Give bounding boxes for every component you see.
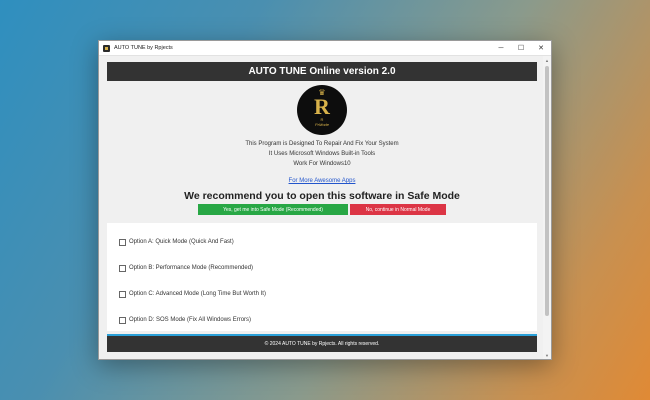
minimize-button[interactable]: ─ xyxy=(491,41,511,55)
option-c-checkbox[interactable] xyxy=(119,290,126,298)
more-apps-link[interactable]: For More Awesome Apps xyxy=(289,176,356,186)
footer: © 2024 AUTO TUNE by Rpjects. All rights … xyxy=(107,334,537,352)
mode-buttons: Yes, get me into Safe Mode (Recommended)… xyxy=(107,204,537,215)
option-d-checkbox[interactable] xyxy=(119,316,126,324)
scroll-up-arrow-icon[interactable]: ▲ xyxy=(543,56,551,64)
option-a[interactable]: Option A: Quick Mode (Quick And Fast) xyxy=(119,229,537,255)
maximize-button[interactable]: ☐ xyxy=(511,41,531,55)
options-panel: Option A: Quick Mode (Quick And Fast) Op… xyxy=(107,223,537,331)
logo-letter: R xyxy=(314,94,330,119)
scroll-down-arrow-icon[interactable]: ▼ xyxy=(543,351,551,359)
scroll-thumb[interactable] xyxy=(545,66,549,316)
window-title: AUTO TUNE by Rpjects xyxy=(114,45,173,51)
option-d-label: Option D: SOS Mode (Fix All Windows Erro… xyxy=(129,317,252,323)
safe-mode-button[interactable]: Yes, get me into Safe Mode (Recommended) xyxy=(198,204,348,215)
option-c-label: Option C: Advanced Mode (Long Time But W… xyxy=(129,291,266,297)
info-line-2: It Uses Microsoft Windows Built-in Tools xyxy=(268,151,376,157)
info-line-1: This Program is Designed To Repair And F… xyxy=(245,141,399,147)
title-bar[interactable]: AUTO TUNE by Rpjects ─ ☐ ✕ xyxy=(99,41,551,56)
option-a-label: Option A: Quick Mode (Quick And Fast) xyxy=(129,239,234,245)
option-d[interactable]: Option D: SOS Mode (Fix All Windows Erro… xyxy=(119,307,537,333)
vertical-scrollbar[interactable]: ▲ ▼ xyxy=(543,56,551,359)
app-icon xyxy=(103,44,110,52)
option-c[interactable]: Option C: Advanced Mode (Long Time But W… xyxy=(119,281,537,307)
option-b-checkbox[interactable] xyxy=(119,264,126,272)
info-line-3: Work For Windows10 xyxy=(293,161,351,167)
main-content: AUTO TUNE Online version 2.0 ♛ R R PrMod… xyxy=(107,62,537,331)
info-block: This Program is Designed To Repair And F… xyxy=(107,139,537,187)
page-title: AUTO TUNE Online version 2.0 xyxy=(107,62,537,81)
recommend-heading: We recommend you to open this software i… xyxy=(184,190,460,202)
app-logo: ♛ R R PrMode xyxy=(297,85,347,135)
option-b-label: Option B: Performance Mode (Recommended) xyxy=(129,265,254,271)
close-button[interactable]: ✕ xyxy=(531,41,551,55)
logo-subtitle-2: PrMode xyxy=(314,122,329,127)
normal-mode-button[interactable]: No, continue in Normal Mode xyxy=(350,204,446,215)
app-window: AUTO TUNE by Rpjects ─ ☐ ✕ ▲ ▼ AUTO TUNE… xyxy=(98,40,552,360)
option-a-checkbox[interactable] xyxy=(119,238,126,246)
option-b[interactable]: Option B: Performance Mode (Recommended) xyxy=(119,255,537,281)
